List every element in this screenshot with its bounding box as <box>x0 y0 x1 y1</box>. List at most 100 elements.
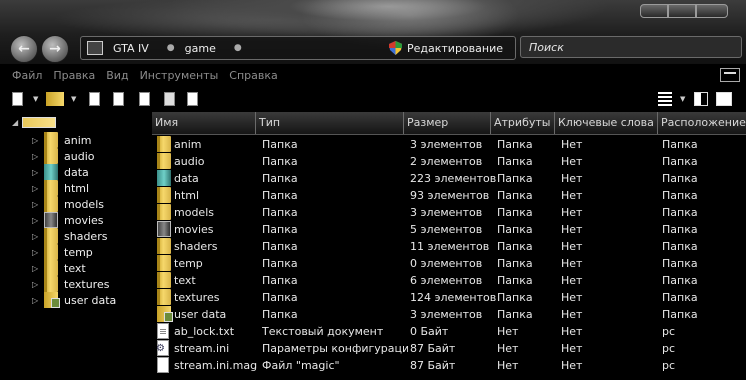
tree-item-label: models <box>64 197 104 211</box>
table-row[interactable]: audio Папка 2 элементов Папка Нет Папка <box>152 153 746 170</box>
minimize-button[interactable] <box>640 4 668 18</box>
tree-item[interactable]: ▷ temp <box>32 244 93 260</box>
tree-item[interactable]: ▷ shaders <box>32 228 107 244</box>
table-row[interactable]: ab_lock.txt Текстовый документ 0 Байт Нет Не… <box>152 323 746 340</box>
cell-attr: Папка <box>497 274 533 287</box>
column-keywords[interactable]: Ключевые слова <box>555 112 658 134</box>
breadcrumb-game[interactable]: game <box>185 42 216 55</box>
folder-icon <box>44 276 58 292</box>
toolbar: ▼ ▼ ▼ <box>0 86 746 112</box>
folder-icon <box>44 260 58 276</box>
chevron-down-icon[interactable]: ▼ <box>33 95 38 109</box>
table-row[interactable]: shaders Папка 11 элементов Папка Нет Папка <box>152 238 746 255</box>
expand-icon[interactable]: ▷ <box>32 136 40 145</box>
table-row[interactable]: html Папка 93 элементов Папка Нет Папка <box>152 187 746 204</box>
cell-size: 124 элементов <box>410 291 496 304</box>
column-size[interactable]: Размер <box>404 112 491 134</box>
tree-item[interactable]: ▷ data <box>32 164 89 180</box>
cell-location: pc <box>662 342 676 355</box>
cell-size: 223 элементов <box>410 172 496 185</box>
chevron-down-icon[interactable]: ▼ <box>680 95 685 109</box>
properties-icon[interactable] <box>187 92 198 106</box>
column-name[interactable]: Имя <box>152 112 256 134</box>
root-folder-icon[interactable] <box>22 117 56 128</box>
cell-size: 0 элементов <box>410 257 483 270</box>
print-preview-icon[interactable] <box>89 92 100 106</box>
table-row[interactable]: user data Папка 3 элементов Папка Нет Папка <box>152 306 746 323</box>
cell-name: textures <box>174 291 220 304</box>
cell-keywords: Нет <box>561 240 583 253</box>
menu-minimize-icon[interactable] <box>720 68 740 82</box>
close-button[interactable] <box>696 4 728 18</box>
table-row[interactable]: data Папка 223 элементов Папка Нет Папка <box>152 170 746 187</box>
breadcrumb-separator-icon[interactable]: ● <box>234 43 242 53</box>
cell-location: Папка <box>662 155 698 168</box>
tree-item[interactable]: ▷ user data <box>32 292 116 308</box>
menu-help[interactable]: Справка <box>229 69 277 82</box>
table-row[interactable]: stream.ini Параметры конфигурации87 Байт Н… <box>152 340 746 357</box>
expand-icon[interactable]: ▷ <box>32 232 40 241</box>
column-location[interactable]: Расположение <box>658 112 746 134</box>
table-row[interactable]: temp Папка 0 элементов Папка Нет Папка <box>152 255 746 272</box>
text-format-icon[interactable] <box>139 92 150 106</box>
menu-edit[interactable]: Правка <box>53 69 95 82</box>
expand-icon[interactable]: ▷ <box>32 168 40 177</box>
breadcrumb-gta-iv[interactable]: GTA IV <box>113 42 149 55</box>
cell-name: user data <box>174 308 227 321</box>
cell-type: Папка <box>262 308 298 321</box>
cell-size: 3 элементов <box>410 138 483 151</box>
table-row[interactable]: models Папка 3 элементов Папка Нет Папка <box>152 204 746 221</box>
search-input[interactable]: Поиск <box>520 36 742 58</box>
preview-pane-icon[interactable] <box>694 92 708 106</box>
expand-icon[interactable]: ▷ <box>32 200 40 209</box>
table-row[interactable]: movies Папка 5 элементов Папка Нет Папка <box>152 221 746 238</box>
expand-icon[interactable]: ▷ <box>32 296 40 305</box>
tree-item[interactable]: ▷ textures <box>32 276 109 292</box>
tree-item[interactable]: ▷ html <box>32 180 89 196</box>
menu-bar: Файл Правка Вид Инструменты Справка <box>0 64 746 86</box>
menu-file[interactable]: Файл <box>12 69 42 82</box>
breadcrumb-separator-icon[interactable]: ● <box>167 43 175 53</box>
column-type[interactable]: Тип <box>256 112 404 134</box>
folder-icon <box>44 196 58 212</box>
folder-icon <box>157 136 171 152</box>
chevron-down-icon[interactable]: ▼ <box>71 95 76 109</box>
table-row[interactable]: text Папка 6 элементов Папка Нет Папка <box>152 272 746 289</box>
edit-location[interactable]: Редактирование <box>389 41 503 55</box>
expand-icon[interactable]: ▷ <box>32 152 40 161</box>
cell-size: 6 элементов <box>410 274 483 287</box>
new-document-icon[interactable] <box>12 92 23 106</box>
table-row[interactable]: stream.ini.magic Файл "magic" 87 Байт Нет Не… <box>152 357 746 374</box>
column-attributes[interactable]: Атрибуты <box>491 112 555 134</box>
cell-type: Папка <box>262 291 298 304</box>
cell-size: 2 элементов <box>410 155 483 168</box>
document-icon[interactable] <box>113 92 124 106</box>
table-row[interactable]: textures Папка 124 элементов Папка Нет Папка <box>152 289 746 306</box>
expand-icon[interactable]: ▷ <box>32 184 40 193</box>
menu-tools[interactable]: Инструменты <box>140 69 219 82</box>
open-folder-icon[interactable] <box>46 92 64 106</box>
tree-item[interactable]: ▷ text <box>32 260 86 276</box>
view-details-icon[interactable] <box>658 92 672 106</box>
back-button[interactable]: ← <box>10 35 38 63</box>
tree-item[interactable]: ▷ movies <box>32 212 104 228</box>
tree-item[interactable]: ▷ models <box>32 196 104 212</box>
expand-icon[interactable]: ▷ <box>32 264 40 273</box>
expand-icon[interactable]: ▷ <box>32 216 40 225</box>
menu-view[interactable]: Вид <box>106 69 128 82</box>
forward-button[interactable]: → <box>41 35 69 63</box>
cell-size: 93 элементов <box>410 189 490 202</box>
expand-icon[interactable]: ▷ <box>32 248 40 257</box>
tree-item[interactable]: ▷ audio <box>32 148 94 164</box>
tree-item[interactable]: ▷ anim <box>32 132 91 148</box>
collapse-icon[interactable]: ◢ <box>12 118 18 127</box>
save-icon[interactable] <box>164 92 175 106</box>
expand-icon[interactable]: ▷ <box>32 280 40 289</box>
maximize-button[interactable] <box>668 4 696 18</box>
column-header: Имя Тип Размер Атрибуты Ключевые слова Р… <box>152 112 746 135</box>
cell-name: stream.ini.magic <box>174 359 258 372</box>
table-row[interactable]: anim Папка 3 элементов Папка Нет Папка <box>152 136 746 153</box>
address-bar[interactable]: GTA IV ● game ● Редактирование <box>80 36 516 60</box>
layout-icon[interactable] <box>716 92 732 106</box>
folder-icon <box>157 289 171 305</box>
